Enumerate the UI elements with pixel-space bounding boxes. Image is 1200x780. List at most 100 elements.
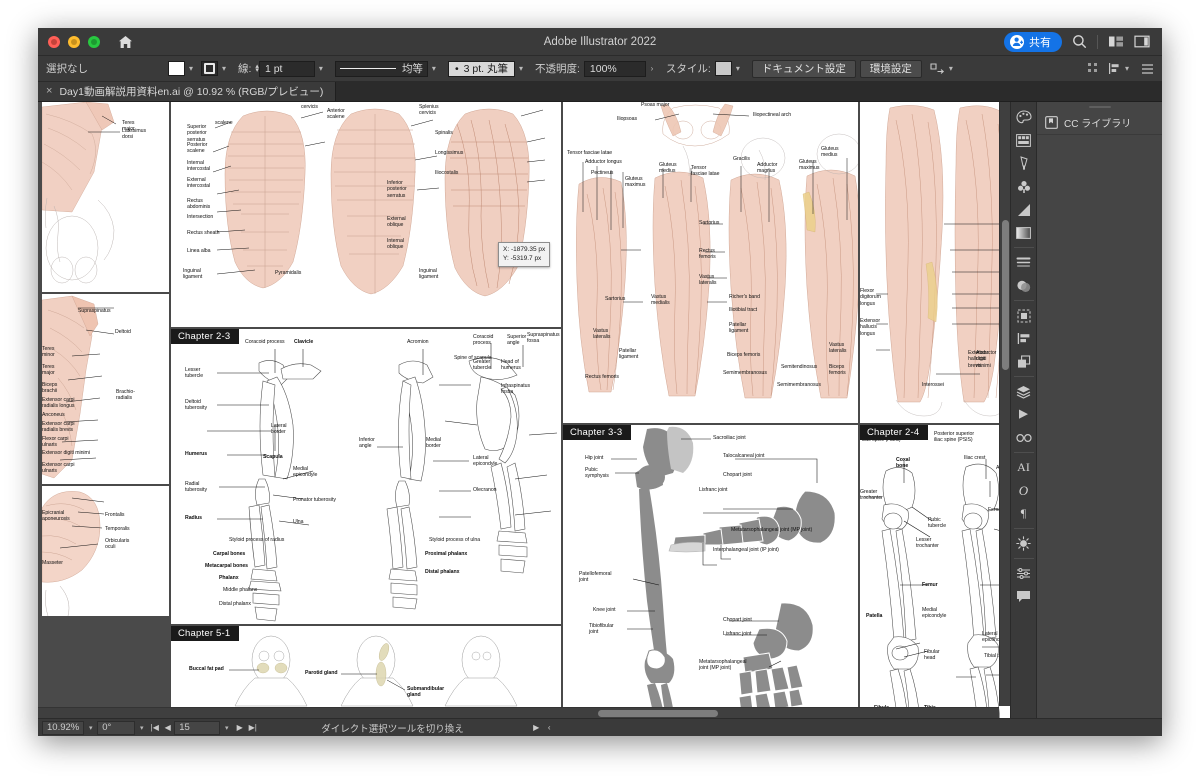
- home-icon[interactable]: [114, 31, 136, 53]
- artboard-trunk-muscles[interactable]: scalene Superior posterior serratus Post…: [171, 102, 561, 327]
- artboard-leg-muscles[interactable]: Psoas major Iliopsoas Iliopectineal arch…: [563, 102, 858, 423]
- last-artboard-icon[interactable]: ▶|: [246, 723, 259, 732]
- share-button[interactable]: 共有: [1004, 31, 1062, 52]
- appearance-icon[interactable]: [1013, 532, 1035, 555]
- next-artboard-icon[interactable]: ▶: [233, 723, 246, 732]
- align-icon[interactable]: [1013, 327, 1035, 350]
- anatomy-label: Rectus femoris: [699, 248, 716, 261]
- symbols-icon[interactable]: [1013, 175, 1035, 198]
- lower-leg-illustration: [876, 105, 1008, 417]
- character-icon[interactable]: AI: [1013, 456, 1035, 479]
- transform-icon[interactable]: [1013, 350, 1035, 373]
- horizontal-scrollbar-thumb[interactable]: [598, 710, 718, 717]
- anatomy-label: Deltoid: [115, 329, 131, 335]
- stroke-profile-select[interactable]: 均等: [334, 60, 428, 77]
- window-controls: [38, 35, 100, 48]
- zoom-chevron-down-icon[interactable]: ▾: [84, 724, 97, 732]
- style-chevron-down-icon[interactable]: ▾: [732, 64, 744, 73]
- opacity-flyout-icon[interactable]: ›: [646, 64, 658, 73]
- brush-chevron-down-icon[interactable]: ▾: [515, 64, 527, 73]
- transform-chevron-down-icon[interactable]: ▾: [945, 64, 957, 73]
- anatomy-label: Scapula: [263, 454, 283, 460]
- links-icon[interactable]: [1013, 426, 1035, 449]
- fill-color-swatch[interactable]: [168, 61, 185, 76]
- artboard-back-upper[interactable]: Teres major Latissimus dorsi: [42, 102, 169, 292]
- search-icon[interactable]: [1072, 34, 1087, 49]
- title-bar-actions: 共有: [1004, 31, 1162, 52]
- gradient-icon[interactable]: [1013, 198, 1035, 221]
- anatomy-label: Lesser trochanter: [916, 537, 939, 550]
- vertical-scrollbar[interactable]: [999, 102, 1010, 706]
- canvas-area[interactable]: Teres major Latissimus dorsi Supraspinat…: [38, 102, 1010, 718]
- artboard-lower-leg[interactable]: Gastrocnemius Tibialis anterior Extensor…: [860, 102, 1010, 423]
- artboard-femur-bones[interactable]: Chapter 2-4 iliac spine (ASIS) Coxal bon…: [860, 425, 1010, 718]
- status-resize-icon[interactable]: ‹: [543, 723, 556, 732]
- align-objects-icon[interactable]: [1087, 62, 1100, 75]
- arrange-documents-icon[interactable]: [1108, 35, 1124, 48]
- tab-cc-libraries[interactable]: CC ライブラリ: [1037, 111, 1162, 135]
- artboard-number-input[interactable]: 15: [174, 720, 221, 735]
- artboard-facial-muscles[interactable]: Epicranial aponeurosis Frontalis Tempora…: [42, 486, 169, 616]
- libraries-play-icon[interactable]: [1013, 403, 1035, 426]
- anatomy-label: Rectus abdominis: [187, 198, 211, 211]
- layers-icon[interactable]: [1013, 380, 1035, 403]
- cc-libraries-body[interactable]: [1037, 135, 1162, 718]
- color-icon[interactable]: [1013, 106, 1035, 129]
- first-artboard-icon[interactable]: |◀: [148, 723, 161, 732]
- rotation-chevron-down-icon[interactable]: ▾: [135, 724, 148, 732]
- previous-artboard-icon[interactable]: ◀: [161, 723, 174, 732]
- glyphs-icon[interactable]: O: [1013, 479, 1035, 502]
- anatomy-label: Medial epicondyle: [293, 466, 318, 479]
- anatomy-label: Superior angle: [507, 334, 527, 347]
- artboard-shoulder-muscles[interactable]: Supraspinatus Deltoid Teres minor Teres …: [42, 294, 169, 484]
- anatomy-label: Flexor carpi ulnaris: [42, 436, 69, 449]
- brushes-icon[interactable]: [1013, 152, 1035, 175]
- distribute-chevron-down-icon[interactable]: ▾: [1121, 64, 1133, 73]
- gradient-panel-icon[interactable]: [1013, 221, 1035, 244]
- vertical-scrollbar-thumb[interactable]: [1002, 220, 1009, 370]
- rotation-input[interactable]: 0°: [97, 720, 136, 735]
- comments-icon[interactable]: [1013, 585, 1035, 608]
- stroke-profile-chevron-down-icon[interactable]: ▾: [428, 64, 440, 73]
- workspace-switcher-icon[interactable]: [1134, 35, 1150, 48]
- horizontal-scrollbar[interactable]: [38, 707, 999, 718]
- panel-grip[interactable]: [1037, 102, 1162, 111]
- artboard-chevron-down-icon[interactable]: ▾: [220, 724, 233, 732]
- anatomy-label: Patellar ligament: [729, 322, 749, 335]
- paragraph-icon[interactable]: ¶: [1013, 502, 1035, 525]
- document-tab[interactable]: × Day1動画解説用資料en.ai @ 10.92 % (RGB/プレビュー): [38, 82, 337, 101]
- close-icon[interactable]: ×: [46, 86, 52, 97]
- status-menu-icon[interactable]: ▶: [530, 723, 543, 732]
- anatomy-label: Abductor digiti minimi: [976, 350, 997, 369]
- stroke-weight-chevron-down-icon[interactable]: ▾: [315, 64, 327, 73]
- stroke-chevron-down-icon[interactable]: ▾: [218, 64, 230, 73]
- pathfinder-icon[interactable]: [1013, 304, 1035, 327]
- distribute-icon[interactable]: [1108, 62, 1121, 75]
- anatomy-label: Supraspinatus: [78, 308, 111, 314]
- artboard-joints[interactable]: Chapter 3-3 Sacroiliac joint Hip joint P…: [563, 425, 858, 718]
- transform-icon[interactable]: [930, 62, 945, 75]
- maximize-window-button[interactable]: [88, 35, 100, 48]
- stroke-profile-label: 均等: [401, 63, 423, 75]
- fill-chevron-down-icon[interactable]: ▾: [185, 64, 197, 73]
- stroke-weight-input[interactable]: 1 pt: [258, 60, 315, 77]
- preferences-button[interactable]: 環境設定: [859, 59, 922, 78]
- stroke-color-swatch[interactable]: [201, 61, 218, 76]
- brush-definition-select[interactable]: • 3 pt. 丸筆: [447, 60, 515, 77]
- artboard-arm-bones[interactable]: Chapter 2-3 Coracoid process Clavicle Ac…: [171, 329, 561, 624]
- artboard-canvas[interactable]: Teres major Latissimus dorsi Supraspinat…: [38, 102, 1010, 718]
- close-window-button[interactable]: [48, 35, 60, 48]
- graphic-style-swatch[interactable]: [714, 61, 732, 76]
- properties-icon[interactable]: [1013, 562, 1035, 585]
- more-options-icon[interactable]: [1141, 63, 1154, 75]
- minimize-window-button[interactable]: [68, 35, 80, 48]
- anatomy-label: Radius: [185, 515, 202, 521]
- opacity-input[interactable]: 100%: [583, 60, 646, 77]
- stroke-icon[interactable]: [1013, 251, 1035, 274]
- artboard-face-glands[interactable]: Chapter 5-1 Buccal fat pad Parotid gland…: [171, 626, 561, 718]
- transparency-icon[interactable]: [1013, 274, 1035, 297]
- document-setup-button[interactable]: ドキュメント設定: [751, 59, 856, 78]
- zoom-level-input[interactable]: 10.92%: [42, 720, 85, 735]
- color-guide-icon[interactable]: [1013, 129, 1035, 152]
- anatomy-label: Iliocostalis: [435, 170, 459, 176]
